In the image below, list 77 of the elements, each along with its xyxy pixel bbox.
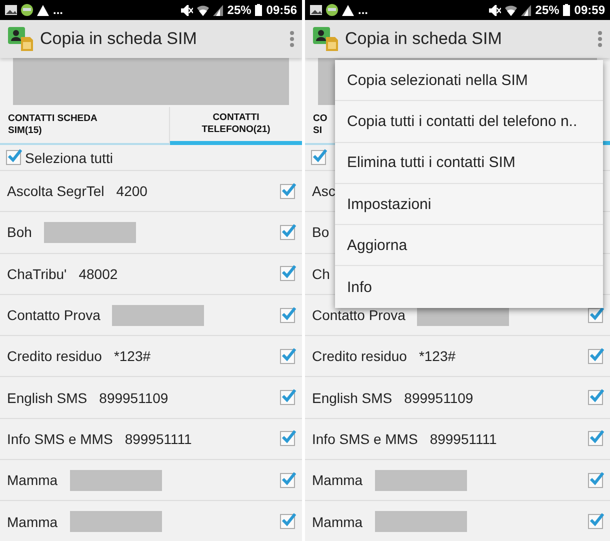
signal-icon (521, 4, 532, 16)
contact-name: Contatto Prova (7, 307, 100, 324)
warning-icon (37, 4, 49, 16)
status-time: 09:59 (574, 3, 605, 17)
contact-number: 48002 (78, 266, 118, 282)
contact-name: Contatto Prova (312, 307, 406, 324)
globe-icon (21, 4, 33, 16)
contact-name: Info SMS e MMS (7, 430, 113, 447)
overflow-menu-icon[interactable] (290, 31, 294, 47)
contact-name: Mamma (312, 514, 363, 530)
checkbox[interactable] (280, 184, 295, 199)
menu-item[interactable]: Info (335, 266, 603, 308)
checkbox[interactable] (588, 390, 603, 406)
checkbox[interactable] (280, 308, 295, 323)
checkbox[interactable] (588, 514, 603, 530)
mute-icon (489, 4, 502, 16)
checkbox[interactable] (6, 150, 21, 165)
contact-name: Credito residuo (7, 348, 102, 364)
contact-number: 899951111 (430, 430, 497, 447)
sim-contact-icon (8, 26, 34, 52)
battery-icon (255, 4, 262, 16)
checkbox[interactable] (588, 308, 603, 323)
contact-name: Mamma (7, 472, 58, 488)
contact-number: *123# (418, 348, 456, 364)
notification-more: ... (358, 3, 368, 17)
menu-item[interactable]: Impostazioni (335, 184, 603, 226)
contact-number: 899951111 (124, 430, 192, 447)
select-all-label: Seleziona tutti (25, 150, 113, 166)
notification-more: ... (53, 3, 64, 17)
contact-name: Credito residuo (312, 348, 407, 364)
checkbox[interactable] (280, 431, 295, 446)
contact-name: Ch (312, 266, 330, 282)
contact-number: 4200 (116, 183, 148, 200)
checkbox[interactable] (280, 514, 295, 530)
image-icon (310, 5, 322, 15)
mute-icon (181, 4, 194, 16)
signal-icon (213, 4, 224, 16)
menu-item[interactable]: Copia selezionati nella SIM (335, 60, 603, 102)
contact-name: Boh (7, 224, 32, 240)
wifi-icon (505, 4, 518, 16)
menu-item[interactable]: Aggiorna (335, 225, 603, 266)
menu-item[interactable]: Copia tutti i contatti del telefono n.. (335, 101, 603, 143)
checkbox[interactable] (280, 472, 295, 488)
contact-number: 899951109 (99, 390, 168, 406)
contact-name: Mamma (312, 472, 363, 488)
contact-name: Info SMS e MMS (312, 430, 418, 447)
checkbox[interactable] (280, 390, 295, 406)
contact-name: Bo (312, 224, 330, 240)
checkbox[interactable] (311, 150, 326, 165)
contact-name: Ascolta SegrTel (7, 183, 104, 200)
sim-contact-icon (313, 26, 339, 52)
menu-item[interactable]: Elimina tutti i contatti SIM (335, 142, 603, 184)
checkbox[interactable] (588, 472, 603, 488)
checkbox[interactable] (588, 348, 603, 364)
contact-name: Asc (312, 183, 336, 200)
image-icon (5, 5, 17, 15)
contact-name: Mamma (7, 514, 58, 530)
contact-name: ChaTribu' (7, 266, 67, 282)
contact-number: 899951109 (404, 390, 474, 406)
battery-icon (563, 4, 570, 16)
checkbox[interactable] (588, 431, 603, 446)
battery-percent: 25% (535, 3, 560, 17)
warning-icon (342, 4, 354, 16)
overflow-menu-icon[interactable] (598, 31, 602, 47)
checkbox[interactable] (280, 224, 295, 240)
wifi-icon (197, 4, 210, 16)
app-title: Copia in scheda SIM (40, 29, 198, 49)
checkbox[interactable] (280, 266, 295, 282)
status-time: 09:56 (266, 3, 297, 17)
contact-name: English SMS (7, 390, 88, 406)
app-title: Copia in scheda SIM (345, 29, 503, 49)
battery-percent: 25% (227, 3, 252, 17)
checkbox[interactable] (280, 348, 295, 364)
contact-number: *123# (114, 348, 151, 364)
contact-name: English SMS (312, 390, 392, 406)
globe-icon (326, 4, 338, 16)
tab[interactable]: CONTATTI SCHEDA SIM(15) (0, 107, 170, 145)
